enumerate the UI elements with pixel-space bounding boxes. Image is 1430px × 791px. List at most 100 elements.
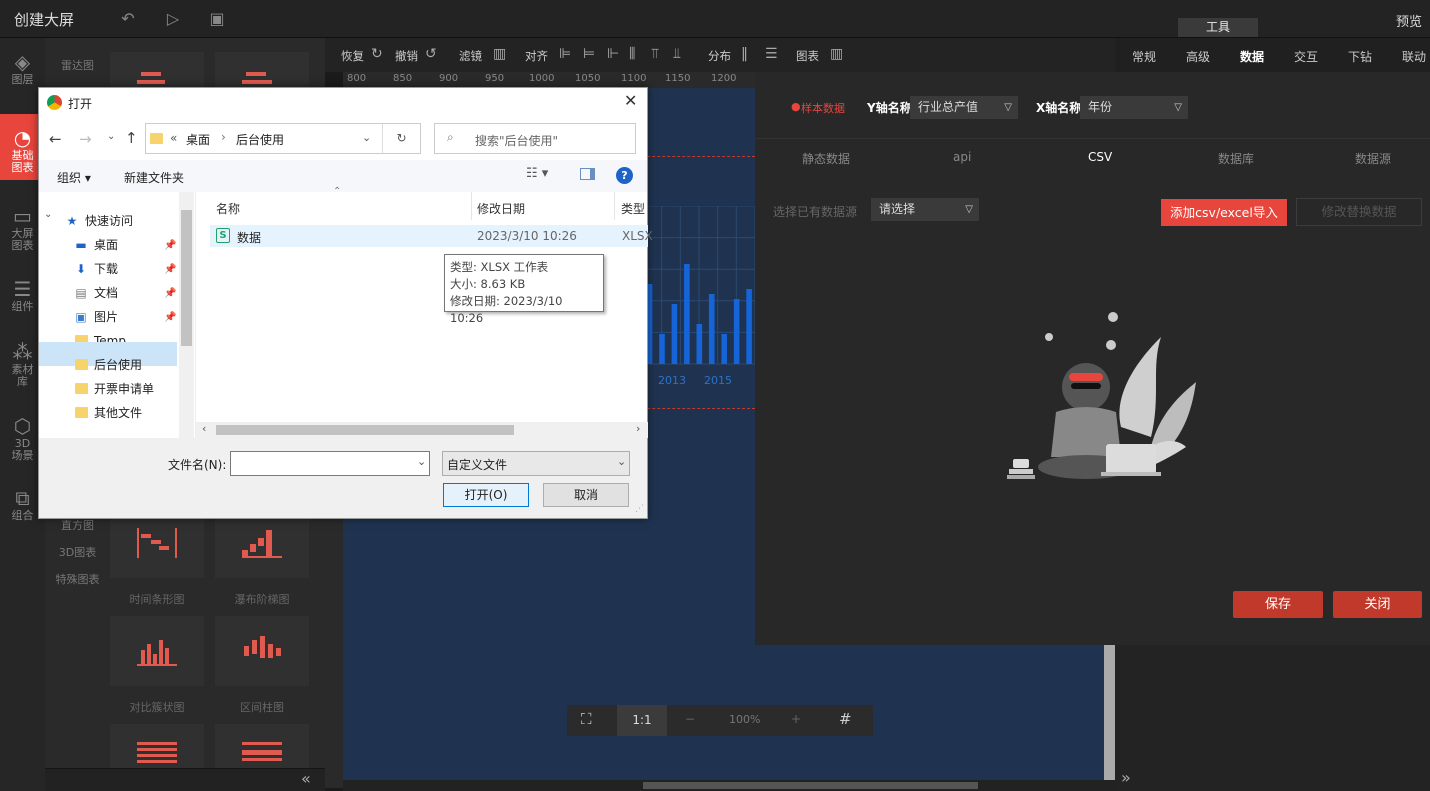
grid-icon[interactable]: # bbox=[839, 710, 852, 728]
h-scroll-thumb[interactable] bbox=[643, 782, 978, 789]
align-top-icon[interactable]: ⫪ bbox=[651, 46, 659, 62]
tree-pictures[interactable]: ▣ 图片 bbox=[72, 306, 118, 328]
breadcrumb-desktop[interactable]: 桌面 bbox=[186, 131, 210, 148]
pin-icon[interactable]: 📌 bbox=[164, 288, 176, 299]
tree-invoice[interactable]: 开票申请单 bbox=[72, 378, 154, 400]
tab-advanced[interactable]: 高级 bbox=[1186, 48, 1210, 65]
up-arrow-icon[interactable]: ↑ bbox=[125, 129, 138, 147]
tree-backend[interactable]: 后台使用 bbox=[72, 354, 142, 376]
new-folder-button[interactable]: 新建文件夹 bbox=[124, 169, 184, 186]
category-3d[interactable]: 3D图表 bbox=[45, 544, 110, 560]
tree-documents[interactable]: ▤ 文档 bbox=[72, 282, 118, 304]
tree-quick-access[interactable]: ★ 快速访问 bbox=[63, 210, 133, 232]
align-middle-icon[interactable]: ⫼ bbox=[629, 46, 635, 62]
cancel-button[interactable]: 取消 bbox=[543, 483, 629, 507]
zoom-1to1-button[interactable]: 1:1 bbox=[617, 705, 667, 736]
chart-button[interactable]: 图表 bbox=[796, 48, 819, 64]
undo-button[interactable]: 撤销 bbox=[395, 48, 418, 64]
back-arrow-icon[interactable]: ← bbox=[49, 130, 62, 148]
preview-pane-icon[interactable] bbox=[580, 168, 595, 180]
category-radar[interactable]: 雷达图 bbox=[45, 57, 110, 73]
category-special[interactable]: 特殊图表 bbox=[45, 571, 110, 587]
category-histogram[interactable]: 直方图 bbox=[45, 517, 110, 533]
save-button[interactable]: 保存 bbox=[1233, 591, 1323, 618]
pin-icon[interactable]: 📌 bbox=[164, 312, 176, 323]
forward-arrow-icon[interactable]: → bbox=[79, 130, 92, 148]
zoom-out-button[interactable]: − bbox=[685, 712, 695, 726]
tree-downloads[interactable]: ⬇ 下载 bbox=[72, 258, 118, 280]
resize-grip-icon[interactable]: ⋰ bbox=[635, 504, 644, 514]
chevron-down-icon[interactable]: ⌄ bbox=[362, 131, 371, 144]
tab-data[interactable]: 数据 bbox=[1240, 48, 1264, 65]
tab-drilldown[interactable]: 下钻 bbox=[1348, 48, 1372, 65]
chart-thumb[interactable] bbox=[110, 724, 204, 768]
import-csv-button[interactable]: 添加csv/excel导入 bbox=[1161, 199, 1287, 226]
chevron-down-icon[interactable]: ⌄ bbox=[44, 209, 52, 220]
replace-data-button[interactable]: 修改替换数据 bbox=[1296, 198, 1422, 226]
column-type[interactable]: 类型 bbox=[621, 200, 645, 217]
chart-thumb-compare[interactable] bbox=[110, 616, 204, 686]
scroll-right-icon[interactable]: › bbox=[636, 422, 640, 435]
collapse-right-icon[interactable]: » bbox=[1121, 768, 1131, 787]
align-bottom-icon[interactable]: ⫫ bbox=[673, 46, 681, 62]
play-icon[interactable]: ▷ bbox=[163, 9, 183, 29]
file-type-filter[interactable]: 自定义文件 ⌄ bbox=[442, 451, 630, 476]
align-center-icon[interactable]: ⊨ bbox=[583, 46, 595, 62]
chart-thumb-range[interactable] bbox=[215, 616, 309, 686]
filter-button[interactable]: 滤镜 bbox=[459, 48, 482, 64]
undo-icon[interactable]: ↺ bbox=[425, 46, 437, 62]
open-button[interactable]: 打开(O) bbox=[443, 483, 529, 507]
file-row[interactable]: S 数据 2023/3/10 10:26 XLSX bbox=[210, 225, 653, 247]
tool-tab[interactable]: 工具 bbox=[1178, 18, 1258, 37]
align-right-icon[interactable]: ⊩ bbox=[607, 46, 619, 62]
tab-api[interactable]: api bbox=[953, 150, 971, 164]
chart-thumb[interactable] bbox=[215, 724, 309, 768]
tab-datasource[interactable]: 数据源 bbox=[1355, 150, 1391, 167]
filename-input[interactable]: ⌄ bbox=[230, 451, 430, 476]
redo-icon[interactable]: ↻ bbox=[371, 46, 383, 62]
column-date[interactable]: 修改日期 bbox=[477, 200, 525, 217]
address-bar[interactable]: « 桌面 › 后台使用 ⌄ ↻ bbox=[145, 123, 421, 154]
help-icon[interactable]: ? bbox=[616, 167, 633, 184]
search-input[interactable]: ⌕ 搜索"后台使用" bbox=[434, 123, 636, 154]
tree-desktop[interactable]: ▬ 桌面 bbox=[72, 234, 118, 256]
tab-csv[interactable]: CSV bbox=[1088, 150, 1112, 164]
tab-interaction[interactable]: 交互 bbox=[1294, 48, 1318, 65]
distribute-h-icon[interactable]: ‖ bbox=[741, 46, 748, 62]
tree-other-files[interactable]: 其他文件 bbox=[72, 402, 142, 424]
distribute-v-icon[interactable]: ☰ bbox=[765, 46, 778, 62]
data-source-select[interactable]: 请选择 ▽ bbox=[871, 198, 979, 221]
close-icon[interactable]: ✕ bbox=[624, 91, 637, 110]
chart-icon[interactable]: ▥ bbox=[830, 46, 843, 62]
redo-button[interactable]: 恢复 bbox=[341, 48, 364, 64]
file-list-h-scrollbar[interactable]: ‹ › bbox=[196, 422, 648, 438]
bar-chart-widget[interactable]: 2013 2015 bbox=[643, 206, 755, 396]
save-icon[interactable]: ▣ bbox=[207, 9, 227, 29]
view-options-icon[interactable]: ☷ ▾ bbox=[526, 166, 548, 181]
sample-data-link[interactable]: 样本数据 bbox=[801, 100, 845, 116]
chevron-down-icon[interactable]: ⌄ bbox=[617, 455, 626, 468]
zoom-in-button[interactable]: + bbox=[791, 712, 801, 726]
close-button[interactable]: 关闭 bbox=[1333, 591, 1422, 618]
pin-icon[interactable]: 📌 bbox=[164, 264, 176, 275]
filter-chart-icon[interactable]: ▥ bbox=[493, 46, 506, 62]
y-axis-select[interactable]: 行业总产值 ▽ bbox=[910, 96, 1018, 119]
organize-button[interactable]: 组织 ▾ bbox=[57, 169, 91, 186]
tab-static-data[interactable]: 静态数据 bbox=[802, 150, 850, 167]
collapse-left-icon[interactable]: « bbox=[301, 769, 311, 788]
pin-icon[interactable]: 📌 bbox=[164, 240, 176, 251]
tab-linkage[interactable]: 联动 bbox=[1402, 48, 1426, 65]
breadcrumb-folder[interactable]: 后台使用 bbox=[236, 131, 284, 148]
recent-chevron-icon[interactable]: ⌄ bbox=[107, 131, 115, 142]
canvas-v-scrollbar[interactable] bbox=[1104, 640, 1115, 780]
tree-scroll-thumb[interactable] bbox=[181, 210, 192, 346]
tree-scrollbar[interactable] bbox=[179, 192, 194, 438]
align-button[interactable]: 对齐 bbox=[525, 48, 548, 64]
chevron-down-icon[interactable]: ⌄ bbox=[417, 455, 426, 468]
align-left-icon[interactable]: ⊫ bbox=[559, 46, 571, 62]
distribute-button[interactable]: 分布 bbox=[708, 48, 731, 64]
column-name[interactable]: 名称 bbox=[216, 200, 240, 217]
canvas-h-scrollbar[interactable] bbox=[343, 780, 1115, 791]
fit-screen-icon[interactable]: ⛶ bbox=[581, 710, 592, 728]
tab-general[interactable]: 常规 bbox=[1132, 48, 1156, 65]
